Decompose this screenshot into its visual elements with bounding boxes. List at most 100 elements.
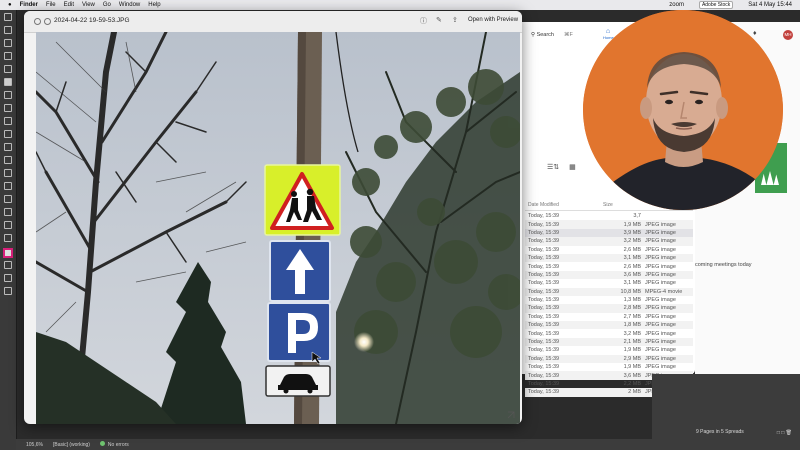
share-icon[interactable]: ⇪ [452, 16, 458, 24]
quicklook-titlebar: 2024-04-22 19-59-53.JPG ⓘ ✎ ⇪ Open with … [24, 11, 522, 33]
apply-color-icon[interactable] [4, 261, 12, 269]
zoom-tool-icon[interactable] [4, 234, 12, 242]
content-collector-icon[interactable] [4, 65, 12, 73]
file-kind: JPEG image [645, 238, 676, 245]
file-row[interactable]: Today, 15:39 3,2 MB JPEG image [525, 329, 693, 337]
file-size: 3,6 MB [623, 271, 641, 278]
avatar[interactable]: MH [783, 30, 793, 40]
page-tool-icon[interactable] [4, 39, 12, 47]
file-date: Today, 15:39 [528, 238, 560, 245]
pages-panel-icons[interactable]: □ □ 🗑 [777, 430, 792, 436]
fill-stroke-swatch[interactable] [3, 248, 13, 258]
file-date: Today, 15:39 [528, 246, 560, 253]
file-size: 3,6 MB [623, 372, 641, 379]
file-row[interactable]: Today, 15:39 1,8 MB JPEG image [525, 321, 693, 330]
file-date: Today, 15:39 [528, 263, 560, 270]
gap-tool-icon[interactable] [4, 52, 12, 60]
menu-clock[interactable]: Sat 4 May 15:44 [748, 2, 792, 8]
close-icon[interactable] [34, 18, 41, 25]
file-row[interactable]: Today, 15:39 2,9 MB JPEG image [525, 354, 693, 364]
note-tool-icon[interactable] [4, 195, 12, 203]
file-kind: MPEG-4 movie [645, 288, 683, 295]
screen-mode-icon[interactable] [4, 287, 12, 295]
file-row[interactable]: Today, 15:39 1,9 MB JPEG image [525, 220, 693, 229]
file-row[interactable]: Today, 15:39 3,6 MB JPEG image [525, 270, 693, 280]
file-row[interactable]: Today, 15:39 3,2 MB JPEG image [525, 237, 693, 246]
file-date: Today, 15:39 [528, 221, 560, 228]
file-row[interactable]: Today, 15:39 3,9 MB JPEG image [525, 228, 693, 238]
file-date: Today, 15:39 [528, 213, 560, 220]
open-with-preview-button[interactable]: Open with Preview [468, 17, 518, 23]
list-view-icon[interactable]: ☰⇅ [547, 164, 559, 171]
menu-app-name[interactable]: Finder [20, 2, 38, 8]
zoom-status[interactable]: zoom [669, 2, 684, 8]
menu-view[interactable]: View [82, 2, 95, 8]
file-size: 1,9 MB [623, 221, 641, 228]
scissors-tool-icon[interactable] [4, 156, 12, 164]
file-row[interactable]: Today, 15:39 10,8 MB MPEG-4 movie [525, 287, 693, 296]
file-row[interactable]: Today, 15:39 2,6 MB JPEG image [525, 262, 693, 270]
parking-sign [267, 302, 331, 362]
menu-bar: ● Finder File Edit View Go Window Help z… [0, 0, 800, 10]
eyedropper-tool-icon[interactable] [4, 208, 12, 216]
finder-search[interactable]: ⚲ Search ⌘F [531, 30, 587, 40]
zoom-level[interactable]: 105,6% [26, 442, 43, 448]
hand-tool-icon[interactable] [4, 221, 12, 229]
bell-icon[interactable]: ♦ [753, 30, 757, 37]
minimize-icon[interactable] [44, 18, 51, 25]
menu-window[interactable]: Window [119, 2, 140, 8]
preflight-profile[interactable]: [Basic] (working) [53, 442, 90, 448]
apple-icon[interactable]: ● [8, 2, 12, 8]
menu-help[interactable]: Help [148, 2, 160, 8]
column-date-modified[interactable]: Date Modified [525, 202, 603, 208]
rectangle-tool-icon[interactable] [4, 143, 12, 151]
file-size: 1,8 MB [623, 322, 641, 329]
meetings-text: coming meetings today [695, 262, 752, 268]
file-kind: JPEG image [645, 364, 676, 371]
file-size: 3,7 [633, 213, 641, 220]
file-kind: JPEG image [645, 255, 676, 262]
file-row[interactable]: Today, 15:39 3,7 [525, 212, 693, 220]
menu-go[interactable]: Go [103, 2, 111, 8]
file-size: 1,3 MB [623, 297, 641, 304]
file-date: Today, 15:39 [528, 364, 560, 371]
pencil-tool-icon[interactable] [4, 117, 12, 125]
file-row[interactable]: Today, 15:39 1,3 MB JPEG image [525, 296, 693, 304]
markup-icon[interactable]: ✎ [436, 16, 442, 24]
file-kind: JPEG image [645, 339, 676, 346]
file-row[interactable]: Today, 15:39 2,8 MB JPEG image [525, 304, 693, 313]
file-date: Today, 15:39 [528, 347, 560, 354]
file-size: 1,9 MB [623, 347, 641, 354]
gradient-tool-icon[interactable] [4, 182, 12, 190]
file-row[interactable]: Today, 15:39 1,9 MB JPEG image [525, 363, 693, 371]
selection-tool-icon[interactable] [4, 13, 12, 21]
apply-none-icon[interactable] [4, 274, 12, 282]
file-row[interactable]: Today, 15:39 3,1 MB JPEG image [525, 253, 693, 263]
rectangle-frame-tool-icon[interactable] [4, 130, 12, 138]
file-row[interactable]: Today, 15:39 2,7 MB JPEG image [525, 313, 693, 321]
file-row[interactable]: Today, 15:39 2,1 MB JPEG image [525, 337, 693, 347]
grid-view-icon[interactable]: ▦ [569, 164, 576, 171]
street-sign-photo [36, 32, 520, 424]
menu-file[interactable]: File [46, 2, 56, 8]
info-icon[interactable]: ⓘ [420, 16, 427, 26]
type-tool-icon[interactable] [4, 78, 12, 86]
file-date: Today, 15:39 [528, 381, 560, 387]
free-transform-tool-icon[interactable] [4, 169, 12, 177]
direct-selection-tool-icon[interactable] [4, 26, 12, 34]
file-kind: JPEG image [645, 221, 676, 228]
menu-edit[interactable]: Edit [64, 2, 74, 8]
file-row[interactable]: Today, 15:39 1,9 MB JPEG image [525, 346, 693, 354]
file-kind: JPEG image [645, 347, 676, 354]
file-row[interactable]: Today, 15:39 3,1 MB JPEG image [525, 279, 693, 287]
line-tool-icon[interactable] [4, 91, 12, 99]
adobe-stock-search[interactable]: Adobe Stock [698, 1, 734, 9]
file-date: Today, 15:39 [528, 313, 560, 320]
file-size: 10,8 MB [620, 288, 641, 295]
file-size: 3,9 MB [623, 229, 641, 236]
column-size[interactable]: Size [603, 202, 613, 208]
pen-tool-icon[interactable] [4, 104, 12, 112]
file-row[interactable]: Today, 15:39 2,6 MB JPEG image [525, 246, 693, 254]
file-kind: JPEG image [645, 280, 676, 287]
quicklook-window: 2024-04-22 19-59-53.JPG ⓘ ✎ ⇪ Open with … [24, 11, 522, 424]
